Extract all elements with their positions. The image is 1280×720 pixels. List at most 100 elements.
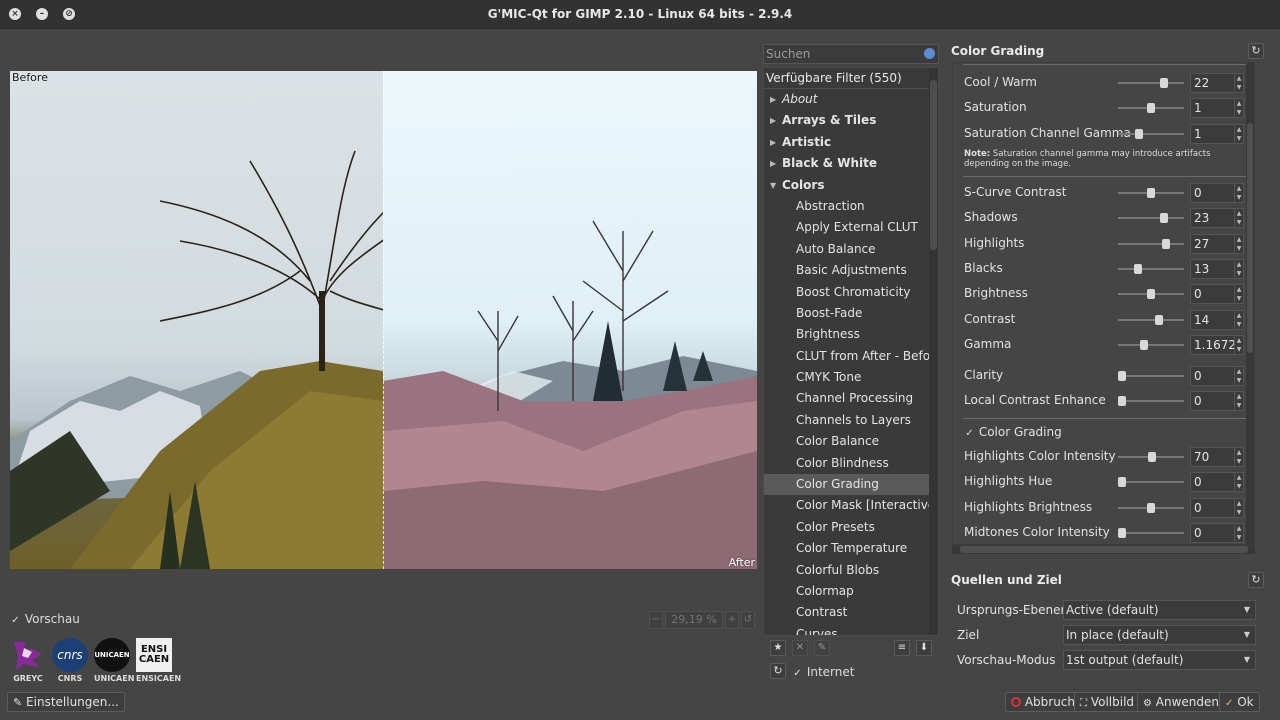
filter-category[interactable]: ▶ Artistic [764,132,938,153]
expand-arrow-icon[interactable]: ▶ [770,110,776,131]
internet-toggle[interactable]: ✓ Internet [792,665,854,679]
param-slider[interactable] [1118,217,1184,220]
filter-item[interactable]: Colormap [764,581,938,602]
search-icon[interactable] [924,48,935,59]
filter-item[interactable]: Color Grading [764,474,938,496]
param-spinbox[interactable]: 0 ▲ ▼ [1190,472,1244,493]
param-slider[interactable] [1118,400,1184,403]
filter-category[interactable]: ▶ About [764,89,938,110]
slider-handle[interactable] [1147,289,1155,300]
params-hscrollbar[interactable] [952,545,1255,554]
spin-arrows-icon[interactable]: ▲ ▼ [1234,310,1243,329]
io-dropdown[interactable]: In place (default) ▼ [1063,625,1256,645]
reset-io-icon[interactable]: ↻ [1248,572,1264,588]
param-spinbox[interactable]: 0 ▲ ▼ [1190,497,1244,518]
spin-arrows-icon[interactable]: ▲ ▼ [1234,184,1243,202]
spin-arrows-icon[interactable]: ▲ ▼ [1234,74,1243,92]
param-slider[interactable] [1118,132,1184,135]
spin-arrows-icon[interactable]: ▲ ▼ [1234,99,1243,118]
filter-item[interactable]: CLUT from After - Before [764,346,938,367]
filter-item[interactable]: Color Mask [Interactive] [764,495,938,516]
param-spinbox[interactable]: 0 ▲ ▼ [1190,183,1244,203]
filter-category[interactable]: ▶ Black & White [764,153,938,174]
slider-handle[interactable] [1147,103,1155,114]
spin-arrows-icon[interactable]: ▲ ▼ [1234,392,1243,411]
slider-handle[interactable] [1147,502,1155,513]
collapse-arrow-icon[interactable]: ▼ [770,175,776,196]
spin-arrows-icon[interactable]: ▲ ▼ [1234,367,1243,385]
ok-button[interactable]: ✓ Ok [1219,692,1260,712]
remove-favorite-icon[interactable]: ✕ [792,640,808,656]
slider-handle[interactable] [1118,371,1126,381]
param-spinbox[interactable]: 1 ▲ ▼ [1190,98,1244,119]
filter-item[interactable]: Color Blindness [764,453,938,474]
zoom-reset-icon[interactable]: ↺ [741,611,755,629]
filter-item[interactable]: Colorful Blobs [764,560,938,581]
spin-arrows-icon[interactable]: ▲ ▼ [1234,498,1243,517]
expand-arrow-icon[interactable]: ▶ [770,132,776,153]
io-dropdown[interactable]: 1st output (default) ▼ [1063,650,1256,670]
param-slider[interactable] [1118,375,1184,377]
zoom-out-icon[interactable]: − [649,611,663,629]
param-spinbox[interactable]: 14 ▲ ▼ [1190,309,1244,330]
param-spinbox[interactable]: 0 ▲ ▼ [1190,522,1244,543]
reset-params-icon[interactable]: ↻ [1248,43,1264,59]
spin-arrows-icon[interactable]: ▲ ▼ [1234,523,1243,542]
before-after-divider[interactable] [383,71,384,569]
filter-item[interactable]: Apply External CLUT [764,217,938,238]
add-favorite-icon[interactable]: ★ [770,640,786,656]
param-spinbox[interactable]: 1 ▲ ▼ [1190,123,1244,144]
filter-item[interactable]: Channel Processing [764,388,938,409]
slider-handle[interactable] [1147,188,1155,198]
slider-handle[interactable] [1134,263,1142,274]
fullscreen-button[interactable]: ⛶ Vollbild [1074,692,1141,712]
spin-arrows-icon[interactable]: ▲ ▼ [1234,285,1243,304]
expand-arrow-icon[interactable]: ▶ [770,153,776,174]
param-spinbox[interactable]: 70 ▲ ▼ [1190,447,1244,467]
spin-arrows-icon[interactable]: ▲ ▼ [1234,209,1243,228]
filter-item[interactable]: CMYK Tone [764,367,938,388]
slider-handle[interactable] [1118,396,1126,407]
spin-arrows-icon[interactable]: ▲ ▼ [1234,124,1243,143]
filter-item[interactable]: Auto Balance [764,239,938,260]
filter-item[interactable]: Boost Chromaticity [764,282,938,303]
params-scrollbar[interactable] [1246,63,1254,544]
filter-item[interactable]: Basic Adjustments [764,260,938,281]
filter-item[interactable]: Abstraction [764,196,938,217]
expand-icon[interactable]: ⬇ [916,640,932,656]
filter-item[interactable]: Contrast [764,602,938,623]
param-slider[interactable] [1118,318,1184,321]
refresh-filters-icon[interactable]: ↻ [770,663,786,679]
filter-item[interactable]: Color Presets [764,517,938,538]
filter-search-input[interactable]: Suchen [763,44,939,64]
settings-button[interactable]: ✎ Einstellungen... [7,692,125,712]
slider-handle[interactable] [1162,238,1170,249]
rename-icon[interactable]: ✎ [814,640,830,656]
spin-arrows-icon[interactable]: ▲ ▼ [1234,335,1243,354]
preview-canvas[interactable]: Before After [10,71,757,569]
checkbox-checked-icon[interactable]: ✓ [10,615,21,626]
filter-item[interactable]: Boost-Fade [764,303,938,324]
spin-arrows-icon[interactable]: ▲ ▼ [1234,473,1243,492]
filter-item[interactable]: Curves [764,624,938,635]
param-slider[interactable] [1118,82,1184,84]
apply-button[interactable]: ⚙ Anwenden [1137,692,1226,712]
preview-toggle[interactable]: ✓ Vorschau [10,612,80,626]
param-spinbox[interactable]: 0 ▲ ▼ [1190,284,1244,305]
param-spinbox[interactable]: 0 ▲ ▼ [1190,366,1244,386]
color-grading-toggle[interactable]: ✓ Color Grading [964,425,1061,439]
spin-arrows-icon[interactable]: ▲ ▼ [1234,448,1243,466]
param-spinbox[interactable]: 22 ▲ ▼ [1190,73,1244,93]
param-spinbox[interactable]: 23 ▲ ▼ [1190,208,1244,229]
filter-item[interactable]: Channels to Layers [764,410,938,431]
filter-category[interactable]: ▶ Arrays & Tiles [764,110,938,131]
slider-handle[interactable] [1140,339,1148,350]
expand-arrow-icon[interactable]: ▶ [770,89,776,110]
param-spinbox[interactable]: 1.1672 ▲ ▼ [1190,334,1244,355]
filter-category-open[interactable]: ▼ Colors [764,175,938,196]
slider-handle[interactable] [1160,78,1168,88]
spin-arrows-icon[interactable]: ▲ ▼ [1234,234,1243,253]
slider-handle[interactable] [1135,128,1143,139]
param-spinbox[interactable]: 0 ▲ ▼ [1190,391,1244,412]
param-slider[interactable] [1118,343,1184,346]
